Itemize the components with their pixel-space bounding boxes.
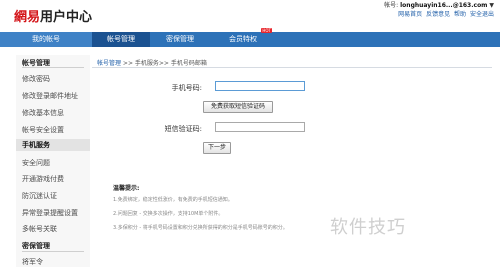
tip-item: 1.免费绑定，稳定性低涨价，有免费的手机短信通知。 (113, 197, 233, 203)
account-label: 帐号: (384, 2, 399, 9)
tab-my-account-label: 我的帐号 (32, 35, 60, 43)
tab-security-management-label: 密保管理 (166, 35, 194, 43)
get-code-button[interactable]: 免费获取短信验证码 (203, 101, 273, 113)
sidebar-group-security[interactable]: 密保管理 (22, 241, 50, 251)
next-button[interactable]: 下一步 (203, 142, 231, 154)
tip-item: 3.多保积分 - 将手机号码设置和积分兑换所获得的积分是手机号码账号的积分。 (113, 225, 288, 231)
sidebar-item-token[interactable]: 将军令 (22, 257, 43, 267)
sidebar-item-anti-addiction[interactable]: 防沉迷认证 (22, 191, 57, 201)
breadcrumb-current: 手机号码邮箱 (170, 60, 207, 67)
sidebar-item-game-payment[interactable]: 开通游戏付费 (22, 174, 64, 184)
link-feedback[interactable]: 反馈意见 (426, 11, 450, 18)
breadcrumb-mobile[interactable]: 手机服务 (135, 60, 159, 67)
header: 網易用户中心 帐号: longhuayin16...@163.com ▼ 网易首… (0, 0, 500, 32)
chevron-down-icon[interactable]: ▼ (489, 2, 494, 9)
tips-title: 温馨提示: (113, 185, 140, 192)
tab-my-account[interactable]: 我的帐号 (0, 32, 92, 47)
link-help[interactable]: 帮助 (454, 11, 466, 18)
sidebar-item-basic-info[interactable]: 修改基本信息 (22, 108, 64, 118)
sidebar-item-mobile-service[interactable]: 手机服务 (16, 139, 90, 151)
phone-input[interactable] (215, 81, 305, 91)
header-right: 帐号: longhuayin16...@163.com ▼ 网易首页 反馈意见 … (384, 1, 494, 19)
breadcrumb-sep: >> (158, 60, 171, 67)
sidebar-item-security-question[interactable]: 安全问题 (22, 158, 50, 168)
header-links: 网易首页 反馈意见 帮助 安全退出 (384, 10, 494, 19)
link-logout[interactable]: 安全退出 (470, 11, 494, 18)
sidebar: 帐号管理 修改密码 修改登录邮件地址 修改基本信息 帐号安全设置 手机服务 安全… (16, 55, 90, 267)
phone-label: 手机号码: (171, 84, 202, 92)
account-info: 帐号: longhuayin16...@163.com ▼ (384, 1, 494, 10)
watermark: 软件技巧 (330, 217, 406, 238)
breadcrumb-account[interactable]: 帐号管理 (97, 60, 121, 67)
logo[interactable]: 網易用户中心 (14, 6, 92, 25)
tab-security-management[interactable]: 密保管理 (150, 32, 210, 47)
code-input[interactable] (215, 122, 305, 132)
logo-title: 用户中心 (40, 10, 93, 25)
breadcrumb-divider (92, 67, 492, 68)
breadcrumb-sep: >> (121, 60, 135, 67)
tab-member-privileges[interactable]: 会员特权 HOT (214, 28, 272, 47)
sidebar-item-security-settings[interactable]: 帐号安全设置 (22, 125, 64, 135)
tab-account-management[interactable]: 帐号管理 (92, 32, 150, 47)
tip-item: 2.问题回复 - 交换多次操作，支持10M单个附件。 (113, 211, 224, 217)
sidebar-item-multi-account[interactable]: 多帐号关联 (22, 224, 57, 234)
hot-badge: HOT (261, 28, 272, 33)
top-nav: 我的帐号 帐号管理 密保管理 会员特权 HOT (0, 28, 500, 47)
breadcrumb: 帐号管理 >> 手机服务>> 手机号码邮箱 (97, 58, 207, 67)
tab-account-management-label: 帐号管理 (107, 35, 135, 43)
account-email[interactable]: longhuayin16...@163.com (400, 2, 487, 9)
link-home[interactable]: 网易首页 (398, 11, 422, 18)
sidebar-divider (22, 251, 84, 252)
sidebar-divider (22, 67, 84, 68)
sidebar-item-change-password[interactable]: 修改密码 (22, 74, 50, 84)
sidebar-item-login-alert[interactable]: 异常登录提醒设置 (22, 208, 78, 218)
sidebar-item-change-email[interactable]: 修改登录邮件地址 (22, 91, 78, 101)
main-content: 帐号管理 >> 手机服务>> 手机号码邮箱 手机号码: 免费获取短信验证码 短信… (92, 55, 492, 267)
code-label: 短信验证码: (164, 125, 202, 133)
logo-brand: 網易 (14, 10, 41, 25)
tab-member-privileges-label: 会员特权 (229, 35, 257, 43)
